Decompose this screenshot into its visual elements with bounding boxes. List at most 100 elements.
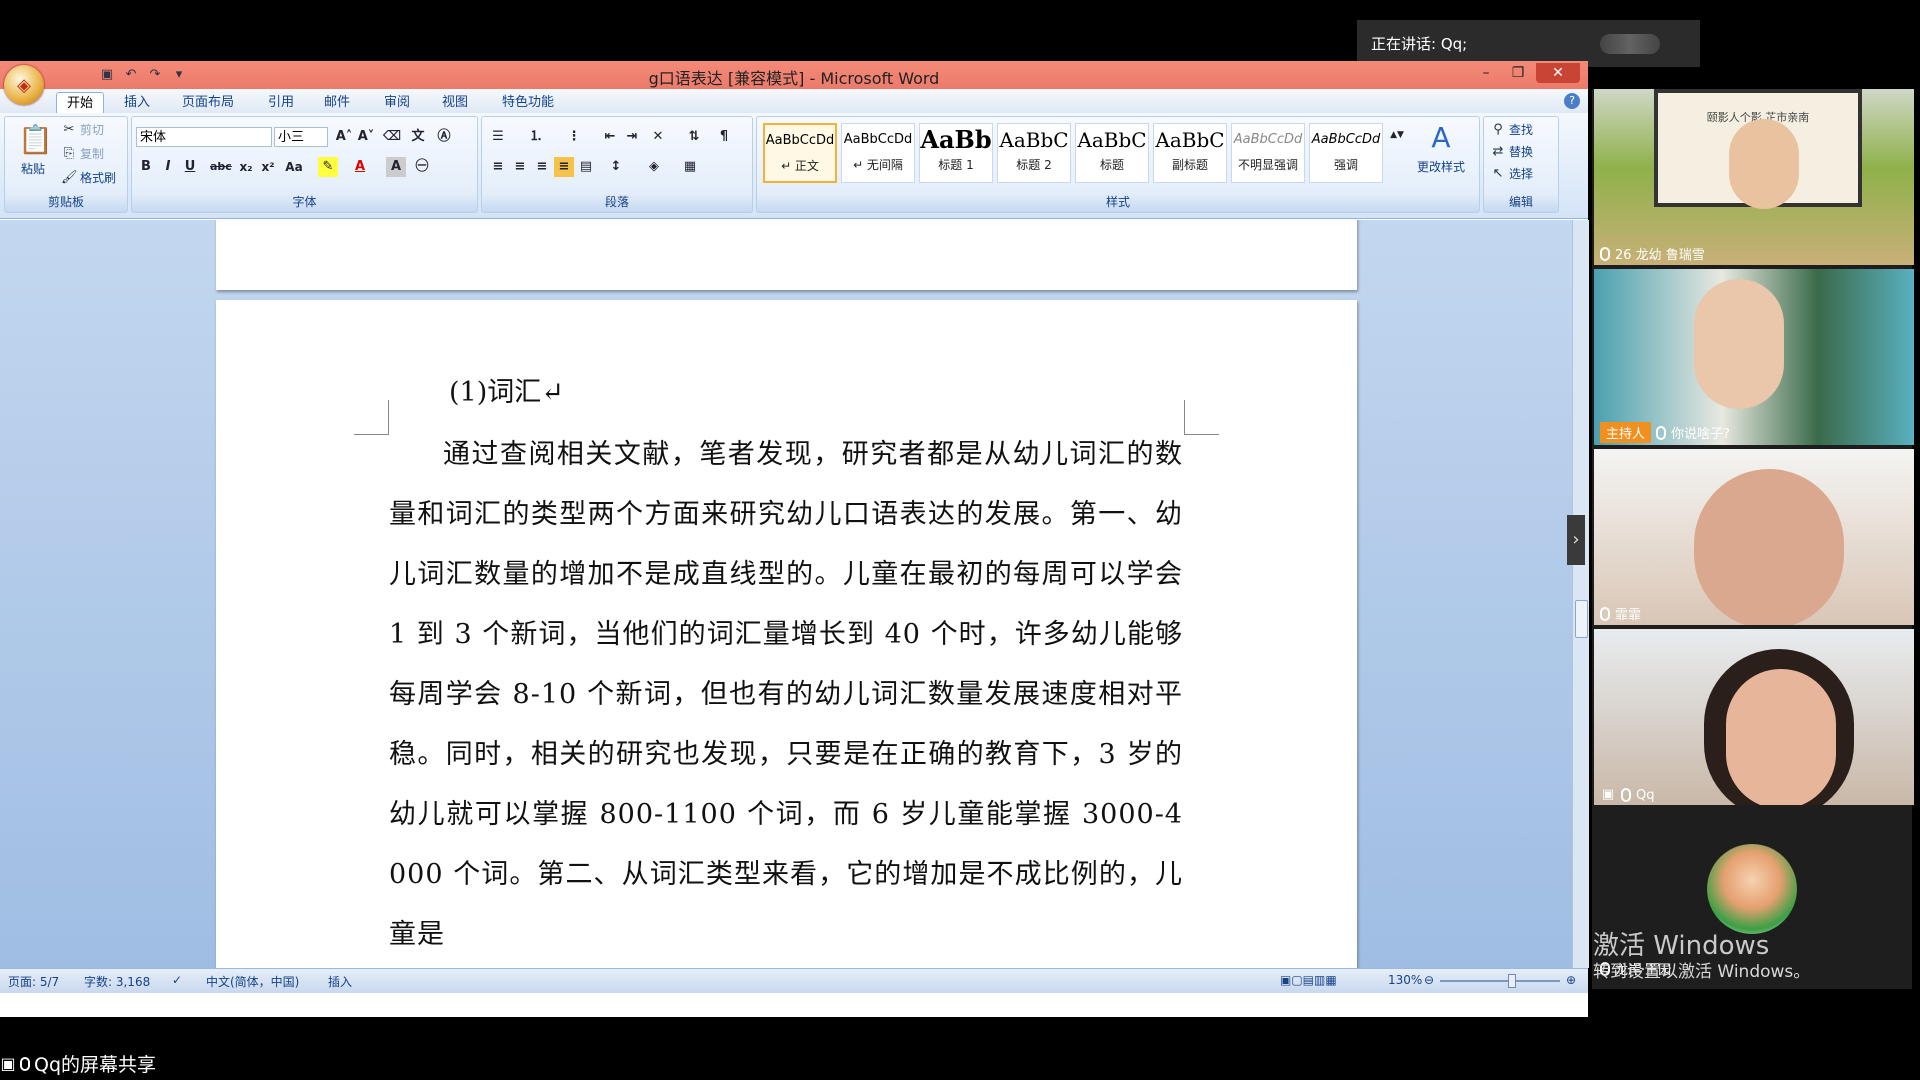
shading-icon[interactable]: ◈ (644, 157, 664, 177)
zoom-in-icon[interactable]: ⊕ (1566, 973, 1576, 987)
zoom-thumb[interactable] (1508, 974, 1516, 988)
document-area[interactable]: (1)词汇↵ 通过查阅相关文献，笔者发现，研究者都是从幼儿词汇的数量和词汇的类型… (0, 220, 1572, 968)
participant-tile[interactable]: 颐影人个影 芷市亲南 26 龙幼 鲁瑞雪 (1594, 89, 1914, 265)
minimize-icon[interactable]: – (1472, 63, 1500, 83)
style-heading-2[interactable]: AaBbC 标题 2 (997, 123, 1071, 183)
style-subtitle[interactable]: AaBbC 副标题 (1153, 123, 1227, 183)
line-spacing-icon[interactable]: ↕ (606, 157, 626, 177)
change-styles-icon: A (1431, 121, 1451, 154)
style-title[interactable]: AaBbC 标题 (1075, 123, 1149, 183)
char-border-icon[interactable]: Ⓐ (434, 127, 454, 147)
insert-mode[interactable]: 插入 (328, 973, 352, 990)
office-logo-icon: ◈ (17, 74, 31, 96)
font-color-icon[interactable]: A (350, 157, 370, 177)
style-heading-1[interactable]: AaBb 标题 1 (919, 123, 993, 183)
help-icon[interactable]: ? (1564, 93, 1580, 109)
find-button[interactable]: ⚲ 查找 (1490, 121, 1533, 138)
change-styles-button[interactable]: A 更改样式 (1411, 121, 1471, 175)
word-count[interactable]: 字数: 3,168 (84, 973, 150, 990)
underline-icon[interactable]: U (180, 157, 200, 177)
select-button[interactable]: ↖ 选择 (1490, 165, 1533, 182)
screen-share-label: ▣ Qq的屏幕共享 (0, 1050, 156, 1077)
zoom-level[interactable]: 130% (1388, 973, 1422, 987)
cut-button[interactable]: ✂ 剪切 (61, 121, 104, 138)
superscript-icon[interactable]: x² (258, 157, 278, 177)
tab-references[interactable]: 引用 (258, 92, 304, 113)
bullets-icon[interactable]: ☰ (488, 127, 508, 147)
speaking-text: 正在讲话: Qq; (1371, 35, 1468, 53)
asian-layout-icon[interactable]: ✕ (648, 127, 668, 147)
scroll-thumb[interactable] (1575, 600, 1588, 638)
proofing-icon[interactable]: ✓ (172, 973, 182, 987)
tab-review[interactable]: 审阅 (374, 92, 420, 113)
bold-icon[interactable]: B (136, 157, 156, 177)
page-count[interactable]: 页面: 5/7 (8, 973, 59, 990)
align-right-icon[interactable]: ≡ (532, 157, 552, 177)
copy-button[interactable]: ⎘ 复制 (61, 145, 104, 162)
enclose-char-icon[interactable]: ㊀ (412, 157, 432, 177)
font-size-combo[interactable]: 小三 (274, 127, 328, 147)
subscript-icon[interactable]: x₂ (236, 157, 256, 177)
increase-indent-icon[interactable]: ⇥ (622, 127, 642, 147)
align-left-icon[interactable]: ≡ (488, 157, 508, 177)
tab-home[interactable]: 开始 (56, 92, 105, 114)
office-button[interactable]: ◈ (4, 65, 44, 105)
borders-icon[interactable]: ▦ (680, 157, 700, 177)
paste-button[interactable]: 📋 粘贴 (13, 123, 53, 177)
distributed-icon[interactable]: ▤ (576, 157, 596, 177)
participant-avatar[interactable] (1707, 844, 1797, 934)
style-preview: AaBbCcDd (843, 132, 913, 147)
participant-tile[interactable]: 霏霏 (1594, 449, 1914, 625)
style-normal[interactable]: AaBbCcDd ↵ 正文 (763, 123, 837, 183)
style-name: ↵ 正文 (781, 159, 819, 173)
view-buttons-icon[interactable]: ▣▢▤▥▦ (1280, 973, 1337, 987)
clipboard-label: 剪贴板 (47, 195, 84, 209)
style-no-spacing[interactable]: AaBbCcDd ↵ 无间隔 (841, 123, 915, 183)
tab-special-features[interactable]: 特色功能 (492, 92, 564, 113)
zoom-slider[interactable] (1440, 980, 1560, 982)
strikethrough-icon[interactable]: abc (210, 157, 232, 177)
cursor-icon: ↖ (1492, 165, 1504, 181)
justify-icon[interactable]: ≡ (554, 157, 574, 177)
clear-format-icon[interactable]: ⌫ (382, 127, 402, 147)
replace-button[interactable]: ⇄ 替换 (1490, 143, 1533, 160)
tab-view[interactable]: 视图 (432, 92, 478, 113)
char-shading-icon[interactable]: A (386, 157, 406, 177)
gallery-scroll-icon[interactable]: ▲▼ (1387, 125, 1407, 145)
italic-icon[interactable]: I (158, 157, 178, 177)
vertical-scrollbar[interactable] (1572, 220, 1589, 968)
zoom-out-icon[interactable]: ⊖ (1424, 973, 1434, 987)
font-label: 字体 (292, 195, 317, 209)
highlight-icon[interactable]: ✎ (318, 157, 338, 177)
close-icon[interactable]: ✕ (1536, 63, 1580, 83)
participant-name: ▣ Qq (1601, 787, 1655, 803)
tab-mailings[interactable]: 邮件 (314, 92, 360, 113)
phonetic-guide-icon[interactable]: 文 (408, 127, 428, 147)
document-text[interactable]: (1)词汇↵ 通过查阅相关文献，笔者发现，研究者都是从幼儿词汇的数量和词汇的类型… (389, 370, 1183, 965)
collapse-panel-icon[interactable]: › (1567, 515, 1585, 565)
participant-tile[interactable]: 主持人 你说啥子? (1594, 269, 1914, 445)
tab-insert[interactable]: 插入 (114, 92, 160, 113)
font-name-combo[interactable]: 宋体 (136, 127, 272, 147)
show-marks-icon[interactable]: ¶ (714, 127, 734, 147)
multilevel-list-icon[interactable]: ⋮ (564, 127, 584, 147)
sort-icon[interactable]: ⇅ (684, 127, 704, 147)
participant-name: 26 龙幼 鲁瑞雪 (1600, 244, 1705, 263)
format-painter-button[interactable]: 🖌 格式刷 (61, 169, 116, 186)
style-subtle-emphasis[interactable]: AaBbCcDd 不明显强调 (1231, 123, 1305, 183)
numbering-icon[interactable]: ⒈ (526, 127, 546, 147)
grow-font-icon[interactable]: A˄ (334, 127, 354, 147)
language[interactable]: 中文(简体，中国) (206, 973, 299, 990)
shrink-font-icon[interactable]: A˅ (356, 127, 376, 147)
align-center-icon[interactable]: ≡ (510, 157, 530, 177)
style-preview: AaBbC (1077, 128, 1147, 152)
copy-label: 复制 (80, 147, 105, 161)
decrease-indent-icon[interactable]: ⇤ (600, 127, 620, 147)
participant-tile[interactable]: ▣ Qq (1594, 629, 1914, 805)
restore-icon[interactable]: ❐ (1504, 63, 1532, 83)
brush-icon: 🖌 (61, 169, 78, 185)
tab-page-layout[interactable]: 页面布局 (172, 92, 244, 113)
style-emphasis[interactable]: AaBbCcDd 强调 (1309, 123, 1383, 183)
previous-page (216, 220, 1357, 290)
change-case-icon[interactable]: Aa (284, 157, 304, 177)
